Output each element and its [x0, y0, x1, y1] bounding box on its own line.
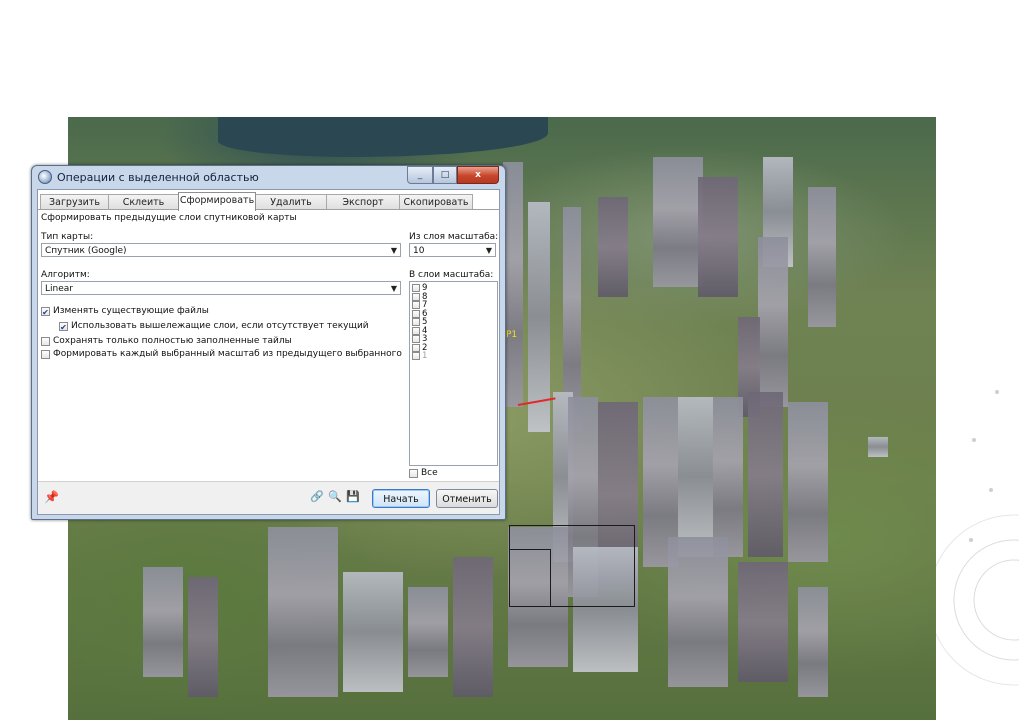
title-bar[interactable]: Операции с выделенной областью _ □ x [32, 166, 505, 188]
checkbox[interactable] [412, 309, 420, 318]
map-type-select[interactable]: Спутник (Google) ▼ [41, 243, 401, 257]
selection-operations-window: Операции с выделенной областью _ □ x Заг… [31, 165, 506, 520]
chevron-down-icon: ▼ [390, 246, 397, 255]
checkbox[interactable] [412, 292, 420, 301]
panel-description: Сформировать предыдущие слои спутниковой… [41, 213, 297, 223]
tab-delete[interactable]: Удалить [255, 194, 327, 210]
chevron-down-icon: ▼ [485, 246, 492, 255]
checkbox[interactable] [41, 336, 50, 346]
option-from-previous-scale[interactable]: Формировать каждый выбранный масштаб из … [41, 349, 402, 359]
map-tile-strip [698, 177, 738, 297]
map-tile-strip [268, 527, 338, 697]
map-tile-strip [653, 157, 703, 287]
map-tile-strip [453, 557, 493, 697]
map-tile-strip [738, 562, 788, 682]
checkbox[interactable] [412, 343, 420, 352]
checkbox[interactable] [412, 284, 420, 293]
map-type-label: Тип карты: [41, 232, 94, 242]
chevron-down-icon: ▼ [390, 284, 397, 293]
checkbox-checked-icon[interactable]: ✔ [41, 306, 50, 317]
cancel-button[interactable]: Отменить [436, 489, 498, 508]
from-zoom-value: 10 [413, 246, 425, 256]
algorithm-label: Алгоритм: [41, 270, 90, 280]
checkbox[interactable] [41, 349, 50, 359]
map-tile-strip [758, 237, 788, 407]
map-tile-strip [188, 577, 218, 697]
window-title: Операции с выделенной областью [57, 170, 259, 184]
map-tile-strip [503, 162, 523, 407]
zoom-level-item: 1 [410, 351, 497, 361]
algorithm-select[interactable]: Linear ▼ [41, 281, 401, 295]
dialog-footer: 📌 🔗 🔍 💾 Начать Отменить [38, 481, 499, 514]
map-tile-strip [713, 397, 743, 557]
option-full-tiles-only[interactable]: Сохранять только полностью заполненные т… [41, 336, 292, 346]
minimize-button[interactable]: _ [407, 166, 433, 184]
checkbox[interactable] [412, 335, 420, 344]
map-tile-strip [528, 202, 550, 432]
tab-copy[interactable]: Скопировать [399, 194, 473, 210]
map-tile-strip [598, 197, 628, 297]
select-all-checkbox[interactable]: Все [409, 468, 438, 478]
checkbox[interactable] [412, 326, 420, 335]
tab-stitch[interactable]: Склеить [108, 194, 179, 210]
map-sea-area [218, 117, 548, 157]
to-zoom-label: В слои масштаба: [409, 270, 494, 280]
link-icon[interactable]: 🔗 [310, 490, 324, 503]
pin-icon[interactable]: 📌 [44, 490, 59, 504]
zoom-icon[interactable]: 🔍 [328, 490, 342, 503]
tab-load[interactable]: Загрузить [40, 194, 109, 210]
map-tile-strip [143, 567, 183, 677]
map-tile-strip [408, 587, 448, 677]
checkbox[interactable] [412, 318, 420, 327]
tab-panel-generate: Сформировать предыдущие слои спутниковой… [38, 209, 499, 514]
app-globe-icon [38, 170, 52, 184]
checkbox[interactable] [409, 468, 418, 478]
zoom-levels-list[interactable]: 9 8 7 6 5 4 3 2 1 [409, 281, 498, 466]
map-tile-strip [678, 397, 713, 557]
map-type-value: Спутник (Google) [45, 246, 127, 256]
start-button[interactable]: Начать [372, 489, 430, 508]
map-tile-strip [808, 187, 836, 327]
save-icon[interactable]: 💾 [346, 490, 360, 503]
close-button[interactable]: x [457, 166, 499, 184]
map-tile-strip [748, 392, 783, 557]
from-zoom-label: Из слоя масштаба: [409, 232, 499, 242]
map-tile-strip [788, 402, 828, 562]
selection-area-inner [509, 549, 551, 607]
map-marker-label: P1 [506, 330, 518, 340]
option-use-upper-layers[interactable]: ✔ Использовать вышележащие слои, если от… [59, 321, 369, 332]
checkbox-checked-icon[interactable]: ✔ [59, 321, 68, 332]
checkbox[interactable] [412, 301, 420, 310]
map-tile-strip [668, 537, 728, 687]
tab-export[interactable]: Экспорт [326, 194, 400, 210]
map-tile-strip [868, 437, 888, 457]
option-modify-existing[interactable]: ✔ Изменять существующие файлы [41, 306, 209, 317]
map-tile-strip [798, 587, 828, 697]
map-tile-strip [343, 572, 403, 692]
checkbox [412, 352, 420, 361]
tab-generate[interactable]: Сформировать [178, 192, 256, 211]
algorithm-value: Linear [45, 284, 73, 294]
from-zoom-select[interactable]: 10 ▼ [409, 243, 496, 257]
window-client-area: Загрузить Склеить Сформировать Удалить Э… [37, 189, 500, 515]
tab-strip: Загрузить Склеить Сформировать Удалить Э… [38, 192, 499, 211]
maximize-button[interactable]: □ [433, 166, 457, 184]
